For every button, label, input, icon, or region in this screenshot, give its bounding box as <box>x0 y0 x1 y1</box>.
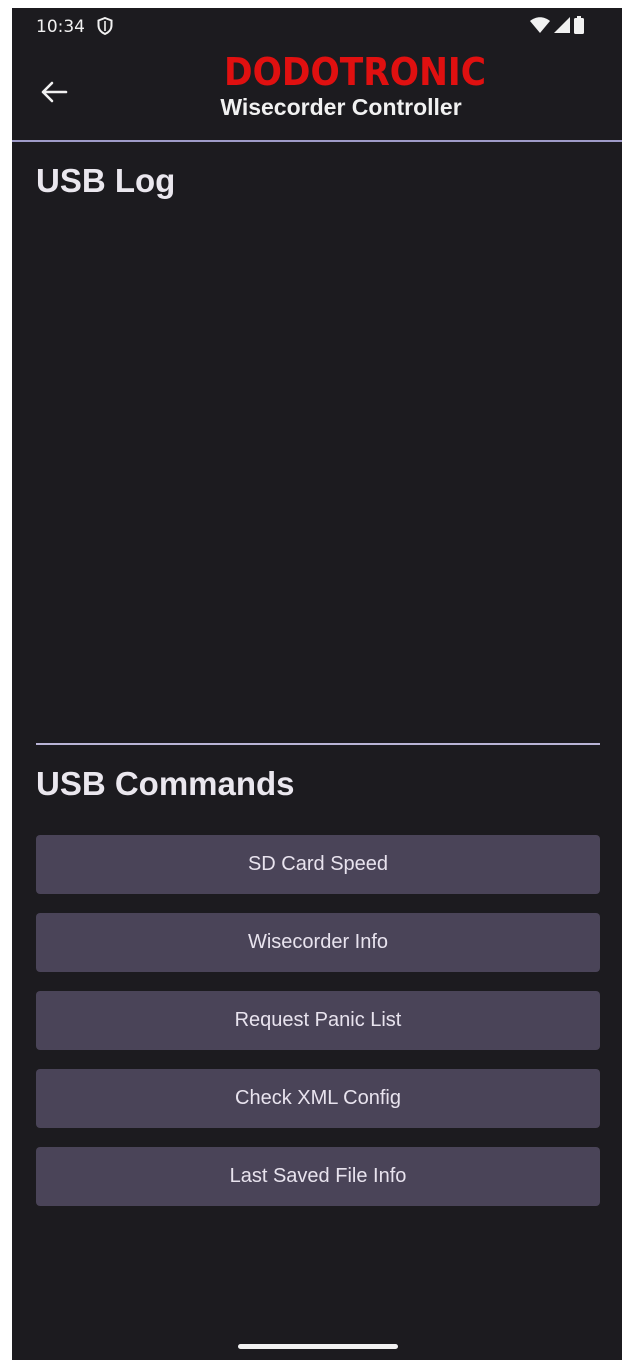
wisecorder-info-button[interactable]: Wisecorder Info <box>36 913 600 972</box>
status-time: 10:34 <box>36 17 85 37</box>
status-icons <box>530 15 584 39</box>
request-panic-list-button[interactable]: Request Panic List <box>36 991 600 1050</box>
usb-commands-title: USB Commands <box>36 765 295 802</box>
usb-log-area <box>36 213 600 733</box>
app-bar-divider <box>12 140 622 142</box>
sd-card-speed-button[interactable]: SD Card Speed <box>36 835 600 894</box>
brand-logo: DODOTRONIC <box>222 50 488 94</box>
home-indicator[interactable] <box>238 1344 398 1349</box>
app-subtitle: Wisecorder Controller <box>220 94 462 120</box>
app-screen: 10:34 DODOTRONIC Wisecorder Controller U… <box>12 8 622 1360</box>
shield-icon <box>97 16 113 36</box>
signal-icon <box>554 16 570 38</box>
usb-commands-list: SD Card Speed Wisecorder Info Request Pa… <box>36 835 600 1225</box>
app-bar: DODOTRONIC Wisecorder Controller <box>12 42 622 140</box>
battery-icon <box>574 15 584 39</box>
last-saved-file-info-button[interactable]: Last Saved File Info <box>36 1147 600 1206</box>
wifi-icon <box>530 16 550 38</box>
status-bar: 10:34 <box>12 8 622 42</box>
usb-log-title: USB Log <box>36 162 176 199</box>
section-divider <box>36 743 600 745</box>
check-xml-config-button[interactable]: Check XML Config <box>36 1069 600 1128</box>
brand-logo-text: DODOTRONIC <box>224 54 486 90</box>
